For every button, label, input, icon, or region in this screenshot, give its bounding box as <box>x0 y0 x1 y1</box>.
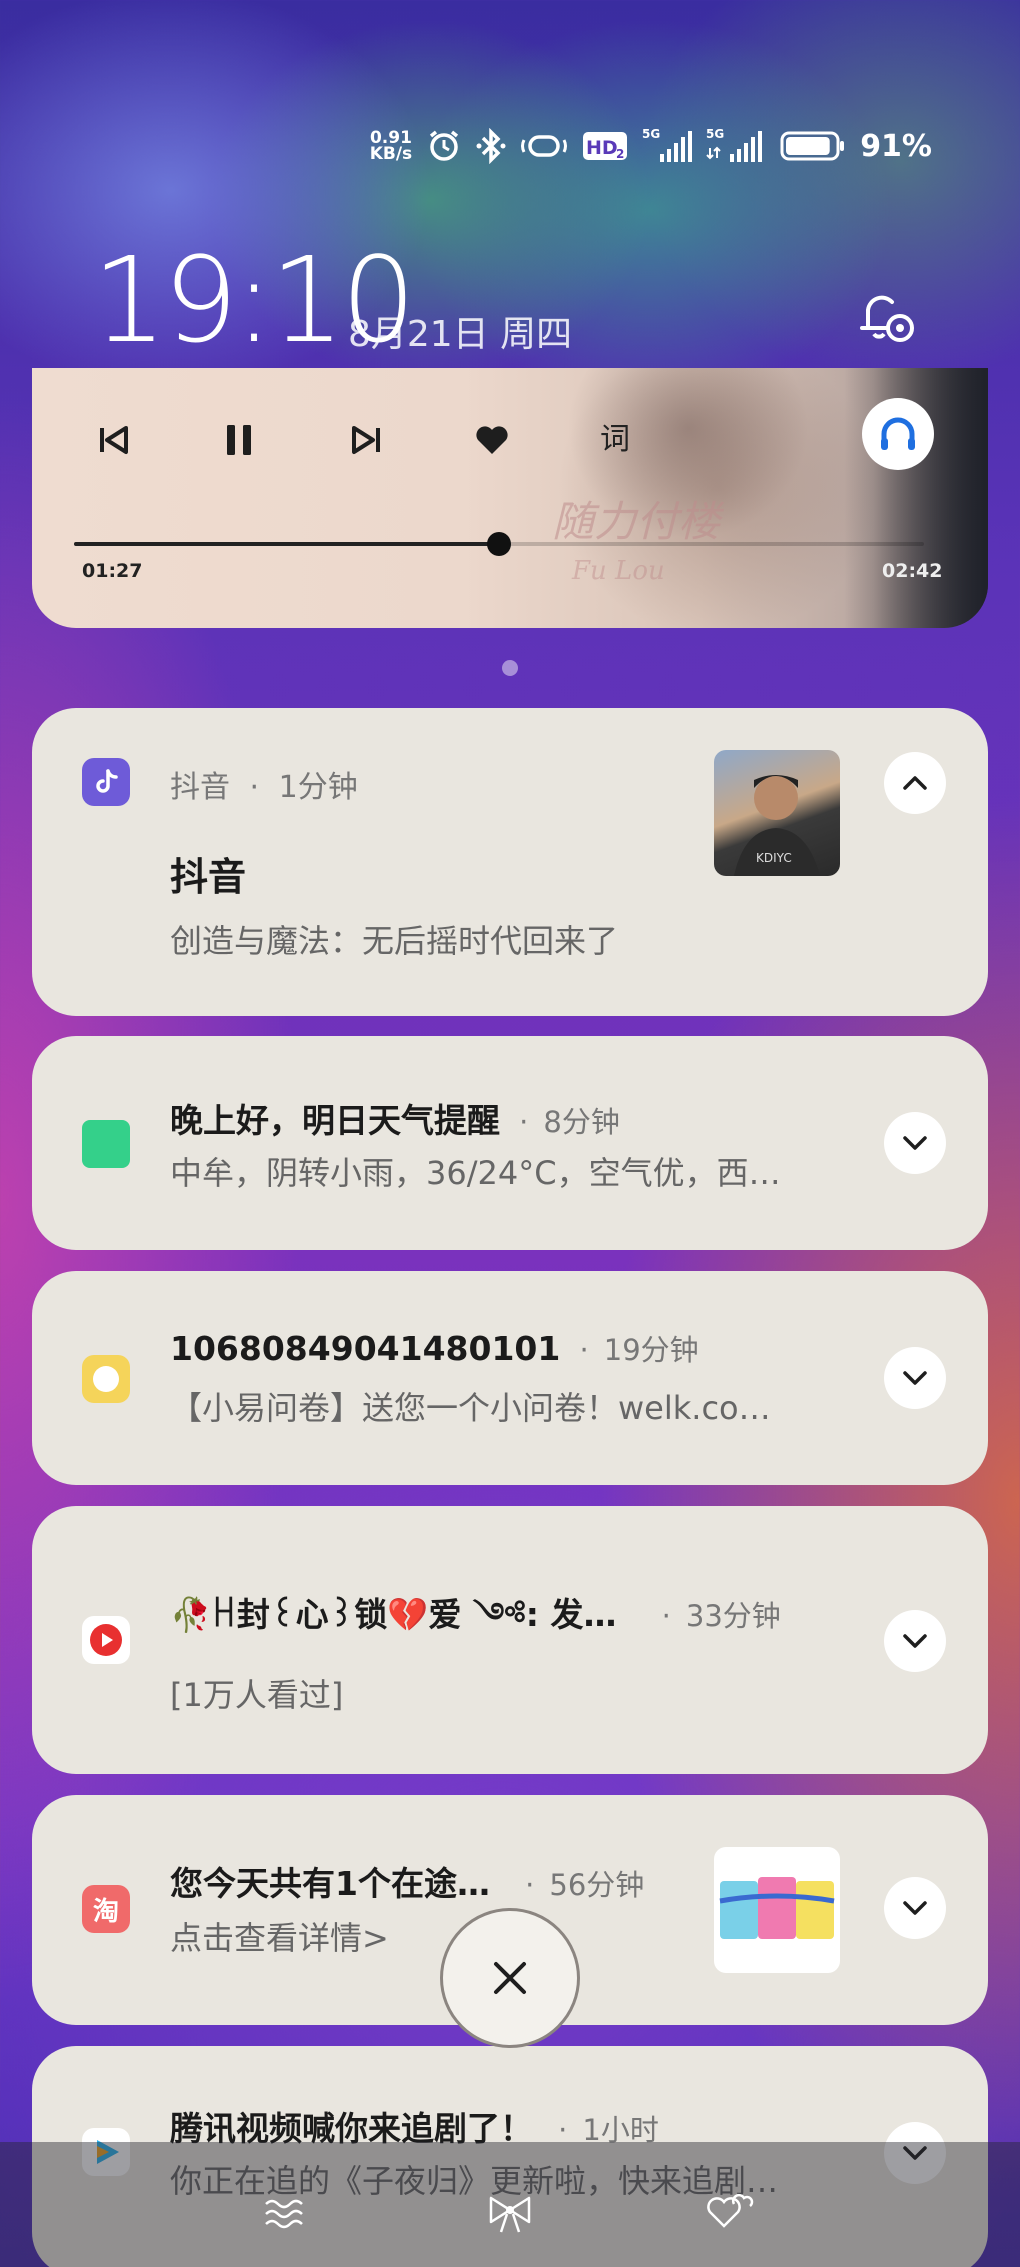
expand-button[interactable] <box>884 1877 946 1939</box>
notification-time: 33分钟 <box>685 1599 781 1633</box>
notification-card-message[interactable]: 10680849041480101 · 19分钟 【小易问卷】送您一个小问卷！w… <box>32 1271 988 1485</box>
battery-percentage: 91% <box>860 128 932 164</box>
signal-icon: 5G <box>642 128 693 164</box>
skip-previous-icon <box>100 426 128 454</box>
network-speed: 0.91 KB/s <box>369 130 413 164</box>
notification-header: 您今天共有1个在途… · 56分钟 <box>170 1857 644 1905</box>
taobao-icon: 淘 <box>82 1885 130 1933</box>
notification-title: 晚上好，明日天气提醒 <box>170 1101 500 1140</box>
pause-icon <box>227 425 251 455</box>
expand-button[interactable] <box>884 1112 946 1174</box>
notification-app-line: 抖音 · 1分钟 <box>170 762 358 806</box>
notification-body: [1万人看过] <box>170 1676 344 1714</box>
playback-progress-thumb[interactable] <box>487 532 511 556</box>
wave-decoration-icon <box>262 2192 312 2236</box>
weather-icon <box>82 1120 130 1168</box>
music-player-card[interactable]: 随力付楼 Fu Lou <box>32 368 988 628</box>
separator-dot: · <box>579 1333 589 1367</box>
notification-header: 晚上好，明日天气提醒 · 8分钟 <box>170 1094 620 1142</box>
notification-thumbnail: KDIYC <box>714 750 840 876</box>
chevron-down-icon <box>903 1901 927 1915</box>
notification-body: 创造与魔法：无后摇时代回来了 <box>170 922 619 960</box>
notification-app-name: 抖音 <box>170 770 230 805</box>
separator-dot: · <box>519 1105 529 1139</box>
separator-dot: · <box>249 770 260 805</box>
headphones-icon <box>881 417 915 450</box>
notification-body: 中牟，阴转小雨，36/24°C，空气优，西… <box>170 1154 781 1192</box>
clear-all-notifications-button[interactable] <box>440 1908 580 2048</box>
notification-title: 抖音 <box>170 855 247 899</box>
notification-card-video[interactable]: 🥀ꀿ封꒰心꒱锁💔爱 ༺: 发… · 33分钟 [1万人看过] <box>32 1506 988 1774</box>
chevron-down-icon <box>903 1136 927 1150</box>
status-bar: 0.91 KB/s HD 2 5G 5G 91% <box>370 128 932 164</box>
heart-decoration-icon <box>704 2192 754 2236</box>
notification-thumbnail <box>714 1847 840 1973</box>
notification-header: 10680849041480101 · 19分钟 <box>170 1327 699 1369</box>
close-icon <box>494 1962 526 1994</box>
lyrics-button[interactable]: 词 <box>600 414 630 458</box>
album-art-title: 随力付楼 <box>552 497 721 546</box>
notification-header: 🥀ꀿ封꒰心꒱锁💔爱 ༺: 发… · 33分钟 <box>170 1578 781 1671</box>
alarm-icon <box>426 128 462 164</box>
notification-body: 点击查看详情> <box>170 1919 389 1957</box>
notification-settings-icon[interactable] <box>854 284 920 354</box>
playback-progress-bar[interactable] <box>74 532 924 556</box>
chevron-up-icon <box>903 776 927 790</box>
notification-body: 【小易问卷】送您一个小问卷！welk.co… <box>170 1389 771 1427</box>
skip-next-icon <box>352 426 380 454</box>
svg-text:5G: 5G <box>642 128 660 141</box>
network-speed-unit: KB/s <box>369 144 413 164</box>
lockscreen-date: 8月21日 周四 <box>348 314 573 355</box>
svg-text:2: 2 <box>616 147 624 161</box>
notification-title: 您今天共有1个在途… <box>170 1864 490 1903</box>
signal-icon: 5G <box>706 128 766 164</box>
taobao-icon-label: 淘 <box>92 1896 119 1927</box>
like-button[interactable] <box>464 412 520 468</box>
svg-text:5G: 5G <box>706 128 724 141</box>
douyin-icon <box>82 758 130 806</box>
battery-icon <box>780 130 846 162</box>
pause-button[interactable] <box>211 412 267 468</box>
playback-progress-fill <box>74 542 499 546</box>
svg-text:KDIYC: KDIYC <box>756 851 792 865</box>
message-icon <box>82 1355 130 1403</box>
bow-decoration-icon <box>485 2192 535 2240</box>
vibrate-icon <box>520 131 568 161</box>
elapsed-time: 01:27 <box>82 560 143 582</box>
expand-button[interactable] <box>884 1610 946 1672</box>
separator-dot: · <box>525 1868 535 1902</box>
total-time: 02:42 <box>882 560 943 582</box>
notification-title: 10680849041480101 <box>170 1329 561 1368</box>
video-play-icon <box>82 1616 130 1664</box>
album-art-subtitle: Fu Lou <box>572 556 665 586</box>
collapse-button[interactable] <box>884 752 946 814</box>
notification-time: 56分钟 <box>549 1868 645 1902</box>
audio-output-button[interactable] <box>862 398 934 470</box>
bluetooth-icon <box>476 128 506 164</box>
heart-icon <box>476 426 508 454</box>
notification-time: 19分钟 <box>603 1333 699 1367</box>
previous-track-button[interactable] <box>86 412 142 468</box>
separator-dot: · <box>661 1599 671 1633</box>
hd-voice-icon: HD 2 <box>582 130 628 162</box>
notification-title: 🥀ꀿ封꒰心꒱锁💔爱 ༺: 发… <box>170 1595 617 1634</box>
next-track-button[interactable] <box>338 412 394 468</box>
chevron-down-icon <box>903 1634 927 1648</box>
notification-card-douyin[interactable]: 抖音 · 1分钟 抖音 创造与魔法：无后摇时代回来了 KDIYC <box>32 708 988 1016</box>
notification-card-weather[interactable]: 晚上好，明日天气提醒 · 8分钟 中牟，阴转小雨，36/24°C，空气优，西… <box>32 1036 988 1250</box>
page-indicator-dot <box>502 660 518 676</box>
notification-time: 8分钟 <box>543 1105 620 1139</box>
chevron-down-icon <box>903 1371 927 1385</box>
expand-button[interactable] <box>884 1347 946 1409</box>
notification-time: 1分钟 <box>278 770 358 805</box>
hd-label-text: HD <box>586 137 618 159</box>
